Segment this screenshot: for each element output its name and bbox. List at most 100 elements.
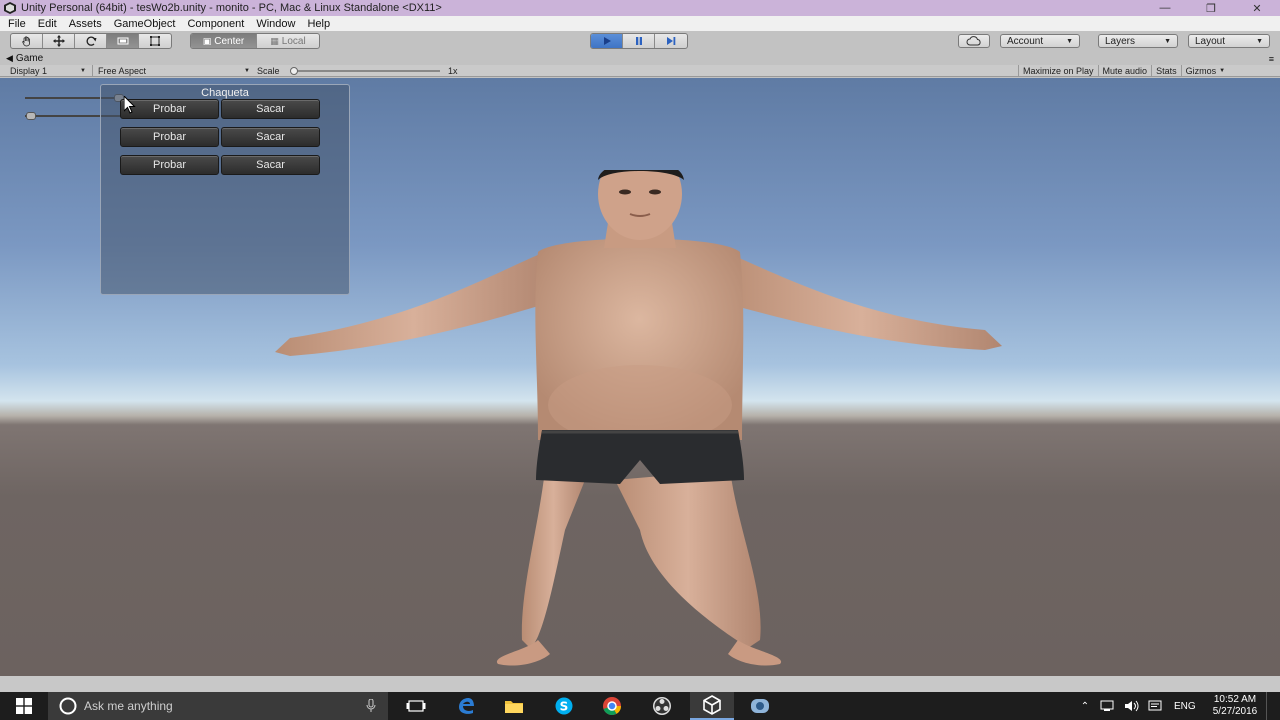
gizmos-label: Gizmos <box>1185 65 1217 76</box>
app-window-icon <box>751 699 769 713</box>
obs-icon <box>653 697 671 715</box>
task-view-button[interactable] <box>396 692 436 720</box>
unity-taskbar-button[interactable] <box>690 692 734 720</box>
cortana-search-box[interactable]: Ask me anything <box>48 692 388 720</box>
remove-button-2[interactable]: Sacar <box>221 127 320 147</box>
scale-slider-thumb[interactable] <box>290 67 298 75</box>
file-explorer-taskbar-button[interactable] <box>494 692 534 720</box>
scale-tool-button[interactable] <box>107 34 139 48</box>
status-bar <box>0 676 1280 692</box>
dropdown-arrow-icon: ▼ <box>244 67 250 74</box>
title-bar: Unity Personal (64bit) - tesWo2b.unity -… <box>0 0 1280 16</box>
dropdown-arrow-icon: ▼ <box>1219 67 1226 74</box>
pivot-local-label: Local <box>281 35 306 47</box>
move-tool-button[interactable] <box>43 34 75 48</box>
restore-button[interactable]: ❐ <box>1188 0 1234 16</box>
game-viewport[interactable]: Chaqueta Probar Sacar Probar Sacar Proba… <box>0 78 1280 676</box>
close-button[interactable]: ✕ <box>1234 0 1280 16</box>
tab-menu-icon[interactable]: ≡ <box>1269 54 1274 64</box>
pause-button[interactable] <box>623 34 655 48</box>
app-taskbar-button[interactable] <box>740 692 780 720</box>
scale-value: 1x <box>448 65 458 76</box>
layers-dropdown[interactable]: Layers ▼ <box>1098 34 1178 48</box>
menu-bar: File Edit Assets GameObject Component Wi… <box>0 16 1280 31</box>
system-tray: ⌃ ENG <box>1078 692 1196 720</box>
stats-toggle[interactable]: Stats <box>1151 65 1181 76</box>
edge-icon <box>459 698 474 714</box>
menu-file[interactable]: File <box>2 18 32 30</box>
search-placeholder: Ask me anything <box>84 699 173 713</box>
try-button-2[interactable]: Probar <box>120 127 219 147</box>
volume-icon[interactable] <box>1124 700 1140 712</box>
pause-icon <box>635 37 642 45</box>
action-center-icon[interactable] <box>1148 700 1162 712</box>
system-clock[interactable]: 10:52 AM 5/27/2016 <box>1208 694 1262 718</box>
network-icon[interactable] <box>1100 700 1116 712</box>
game-tab-label: Game <box>15 53 44 64</box>
rect-transform-icon <box>150 36 160 46</box>
menu-assets[interactable]: Assets <box>63 18 108 30</box>
windows-logo-icon <box>16 698 32 714</box>
minimize-button[interactable]: — <box>1142 0 1188 16</box>
obs-taskbar-button[interactable] <box>642 692 682 720</box>
game-view-right-buttons: Maximize on Play Mute audio Stats Gizmos… <box>1018 65 1229 76</box>
clock-time: 10:52 AM <box>1213 694 1257 705</box>
account-dropdown[interactable]: Account ▼ <box>1000 34 1080 48</box>
hand-icon <box>21 36 30 47</box>
start-button[interactable] <box>0 692 48 720</box>
folder-icon <box>505 701 523 713</box>
dropdown-arrow-icon: ▼ <box>1164 37 1171 45</box>
menu-edit[interactable]: Edit <box>32 18 63 30</box>
edge-taskbar-button[interactable] <box>446 692 486 720</box>
skype-icon: S <box>555 697 573 715</box>
unity-icon <box>4 2 16 14</box>
mute-audio-toggle[interactable]: Mute audio <box>1097 65 1152 76</box>
game-tab[interactable]: ◀ Game <box>6 53 43 64</box>
dropdown-arrow-icon: ▼ <box>80 67 86 74</box>
try-button-3[interactable]: Probar <box>120 155 219 175</box>
pivot-center-button[interactable]: ▣ Center <box>191 34 257 48</box>
language-indicator[interactable]: ENG <box>1174 701 1196 712</box>
layout-dropdown[interactable]: Layout ▼ <box>1188 34 1270 48</box>
pivot-center-label: Center <box>214 35 245 47</box>
step-button[interactable] <box>655 34 687 48</box>
menu-gameobject[interactable]: GameObject <box>108 18 182 30</box>
move-arrows-icon <box>52 35 65 47</box>
mouse-cursor-icon <box>124 96 136 114</box>
character-model <box>275 170 1002 666</box>
rect-tool-button[interactable] <box>139 34 171 48</box>
play-button[interactable] <box>591 34 623 48</box>
pivot-toggle: ▣ Center ▦ Local <box>190 33 320 49</box>
layers-label: Layers <box>1105 35 1136 47</box>
dropdown-arrow-icon: ▼ <box>1066 37 1073 45</box>
game-view-controls: Display 1 ▼ Free Aspect ▼ Scale 1x Maxim… <box>0 65 1280 77</box>
rotate-tool-button[interactable] <box>75 34 107 48</box>
chrome-taskbar-button[interactable] <box>592 692 632 720</box>
menu-window[interactable]: Window <box>250 18 301 30</box>
show-hidden-icons-icon[interactable]: ⌃ <box>1078 701 1092 712</box>
jacket-panel: Chaqueta Probar Sacar Probar Sacar Proba… <box>100 84 350 295</box>
pivot-local-button[interactable]: ▦ Local <box>257 34 319 48</box>
skype-taskbar-button[interactable]: S <box>544 692 584 720</box>
clock-date: 5/27/2016 <box>1212 706 1258 717</box>
dropdown-arrow-icon: ▼ <box>1256 37 1263 45</box>
play-controls <box>590 33 688 49</box>
gui-slider-2-thumb[interactable] <box>26 112 36 120</box>
maximize-on-play-toggle[interactable]: Maximize on Play <box>1018 65 1098 76</box>
gizmos-dropdown[interactable]: Gizmos ▼ <box>1180 65 1229 76</box>
remove-button-1[interactable]: Sacar <box>221 99 320 119</box>
local-icon: ▦ <box>270 35 279 46</box>
display-dropdown[interactable]: Display 1 ▼ <box>10 65 86 76</box>
scale-slider-track[interactable] <box>292 70 440 72</box>
unity-icon <box>703 695 721 715</box>
pivot-icon: ▣ <box>202 35 212 46</box>
hand-tool-button[interactable] <box>11 34 43 48</box>
cloud-button[interactable] <box>958 34 990 48</box>
aspect-dropdown[interactable]: Free Aspect ▼ <box>92 65 250 76</box>
remove-button-3[interactable]: Sacar <box>221 155 320 175</box>
show-desktop-button[interactable] <box>1266 692 1280 720</box>
menu-component[interactable]: Component <box>181 18 250 30</box>
microphone-icon[interactable] <box>366 699 376 713</box>
menu-help[interactable]: Help <box>301 18 336 30</box>
windows-taskbar: Ask me anything S ⌃ ENG 10:52 AM 5/27/20… <box>0 692 1280 720</box>
